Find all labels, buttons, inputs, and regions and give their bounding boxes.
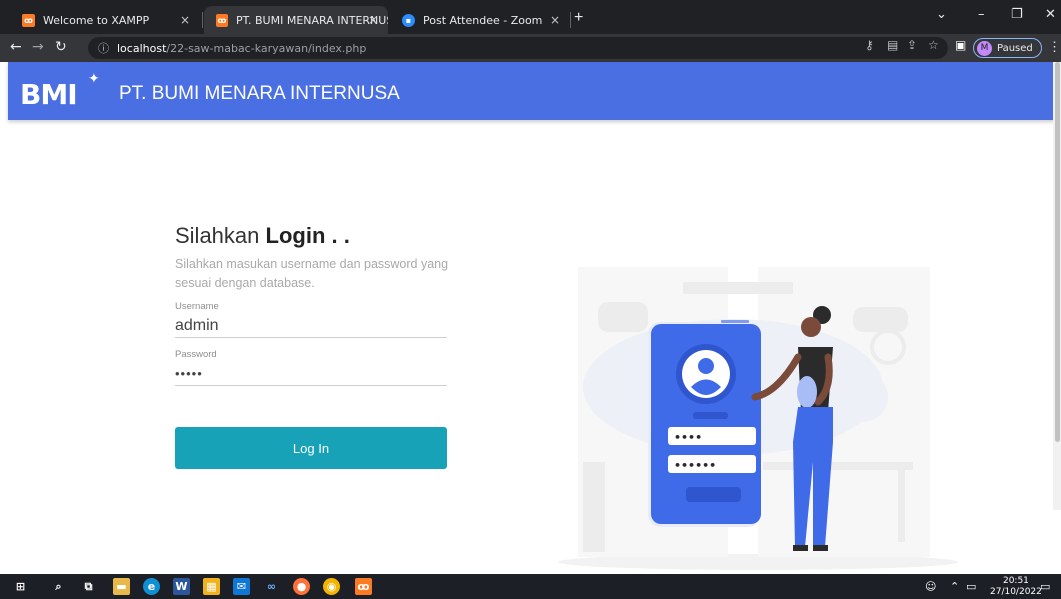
back-icon[interactable]: ← (10, 39, 22, 55)
browser-tab-bar: ꝏ Welcome to XAMPP × ꝏ PT. BUMI MENARA I… (0, 0, 1061, 34)
company-name: PT. BUMI MENARA INTERNUSA (119, 83, 400, 104)
login-heading-prefix: Silahkan (175, 223, 266, 248)
notification-icon[interactable]: ▭ (1040, 580, 1050, 593)
forward-icon[interactable]: → (32, 39, 44, 55)
store-icon[interactable]: ▦ (203, 578, 220, 595)
tab-welcome-xampp[interactable]: ꝏ Welcome to XAMPP × (10, 6, 200, 34)
url-host: localhost (117, 41, 167, 55)
login-heading: Silahkan Login . . (175, 223, 350, 249)
profile-status: Paused (997, 42, 1033, 54)
edge-icon[interactable]: e (143, 578, 160, 595)
chrome-icon[interactable]: ◉ (323, 578, 340, 595)
tab-separator (570, 12, 571, 28)
firefox-icon[interactable]: ● (293, 578, 310, 595)
tab-separator (202, 12, 203, 28)
password-field[interactable]: ••••• (175, 362, 447, 386)
username-label: Username (175, 301, 219, 312)
people-icon[interactable]: ☺ (925, 580, 936, 593)
phone-password-dots-2: •••••• (674, 459, 716, 472)
tab-title: PT. BUMI MENARA INTERNUSA (235, 13, 388, 27)
login-description: Silahkan masukan username dan password y… (175, 257, 449, 290)
task-view-icon[interactable]: ⧉ (80, 578, 97, 595)
xampp-icon: ꝏ (22, 13, 35, 27)
company-logo: BMI (20, 78, 78, 111)
tab-title: Welcome to XAMPP (43, 13, 150, 27)
restore-icon[interactable]: ❐ (1011, 7, 1023, 22)
share-icon[interactable]: ⇪ (907, 38, 917, 52)
side-panel-icon[interactable]: ▣ (955, 38, 966, 52)
screen: { "browser": { "tabs": [ {"title": "Welc… (0, 0, 1061, 599)
url-path: /22-saw-mabac-karyawan/index.php (166, 41, 367, 55)
profile-button[interactable]: M Paused (973, 38, 1042, 58)
search-icon[interactable]: ⌕ (50, 578, 67, 595)
close-tab-icon[interactable]: × (180, 13, 190, 27)
key-icon[interactable]: ⚷ (865, 38, 874, 52)
mail-icon[interactable]: ✉ (233, 578, 250, 595)
close-window-icon[interactable]: ✕ (1045, 7, 1056, 22)
scrollbar-thumb[interactable] (1055, 62, 1060, 442)
bookmark-star-icon[interactable]: ☆ (928, 38, 939, 52)
web-page: BMI ✦ PT. BUMI MENARA INTERNUSA Silahkan… (0, 62, 1061, 574)
minimize-icon[interactable]: – (978, 7, 985, 22)
infinity-app-icon[interactable]: ∞ (263, 578, 280, 595)
login-button[interactable]: Log In (175, 427, 447, 469)
zoom-icon: ▪ (402, 13, 415, 27)
translate-icon[interactable]: ▤ (887, 38, 898, 52)
close-tab-icon[interactable]: × (550, 13, 560, 27)
address-bar[interactable]: ⓘ localhost/22-saw-mabac-karyawan/index.… (88, 37, 948, 59)
login-heading-bold: Login . . (265, 223, 350, 248)
login-illustration: •••• •••••• (558, 267, 958, 570)
browser-toolbar: ← → ↻ ⓘ localhost/22-saw-mabac-karyawan/… (0, 34, 1061, 62)
windows-start-icon[interactable]: ⊞ (12, 578, 29, 595)
avatar: M (977, 40, 992, 56)
site-header: BMI ✦ PT. BUMI MENARA INTERNUSA (8, 62, 1056, 120)
clock-time: 20:51 (1002, 576, 1029, 586)
logo-star-icon: ✦ (88, 70, 100, 86)
reload-icon[interactable]: ↻ (55, 39, 67, 55)
site-info-icon[interactable]: ⓘ (98, 40, 109, 56)
username-field[interactable] (175, 314, 447, 338)
windows-taskbar: ⊞ ⌕ ⧉ ▬ e W ▦ ✉ ∞ ● ◉ ꝏ ☺ ⌃ ▭ 20:51 27/1… (0, 574, 1061, 599)
tab-zoom[interactable]: ▪ Post Attendee - Zoom × (390, 6, 570, 34)
tab-search-icon[interactable]: ⌄ (936, 7, 947, 22)
new-tab-button[interactable]: + (574, 9, 583, 27)
tray-chevron-icon[interactable]: ⌃ (950, 580, 959, 593)
close-tab-icon[interactable]: × (368, 13, 378, 27)
tab-title: Post Attendee - Zoom (423, 13, 543, 27)
password-label: Password (175, 349, 217, 360)
menu-kebab-icon[interactable]: ⋮ (1048, 39, 1061, 55)
xampp-taskbar-icon[interactable]: ꝏ (355, 578, 372, 595)
word-icon[interactable]: W (173, 578, 190, 595)
xampp-icon: ꝏ (216, 13, 228, 27)
file-explorer-icon[interactable]: ▬ (113, 578, 130, 595)
taskbar-clock[interactable]: 20:51 27/10/2022 (990, 576, 1042, 598)
phone-password-dots-1: •••• (674, 431, 702, 444)
tab-bumi-menara[interactable]: ꝏ PT. BUMI MENARA INTERNUSA × (204, 6, 388, 34)
battery-icon[interactable]: ▭ (966, 580, 976, 593)
clock-date: 27/10/2022 (990, 587, 1042, 597)
